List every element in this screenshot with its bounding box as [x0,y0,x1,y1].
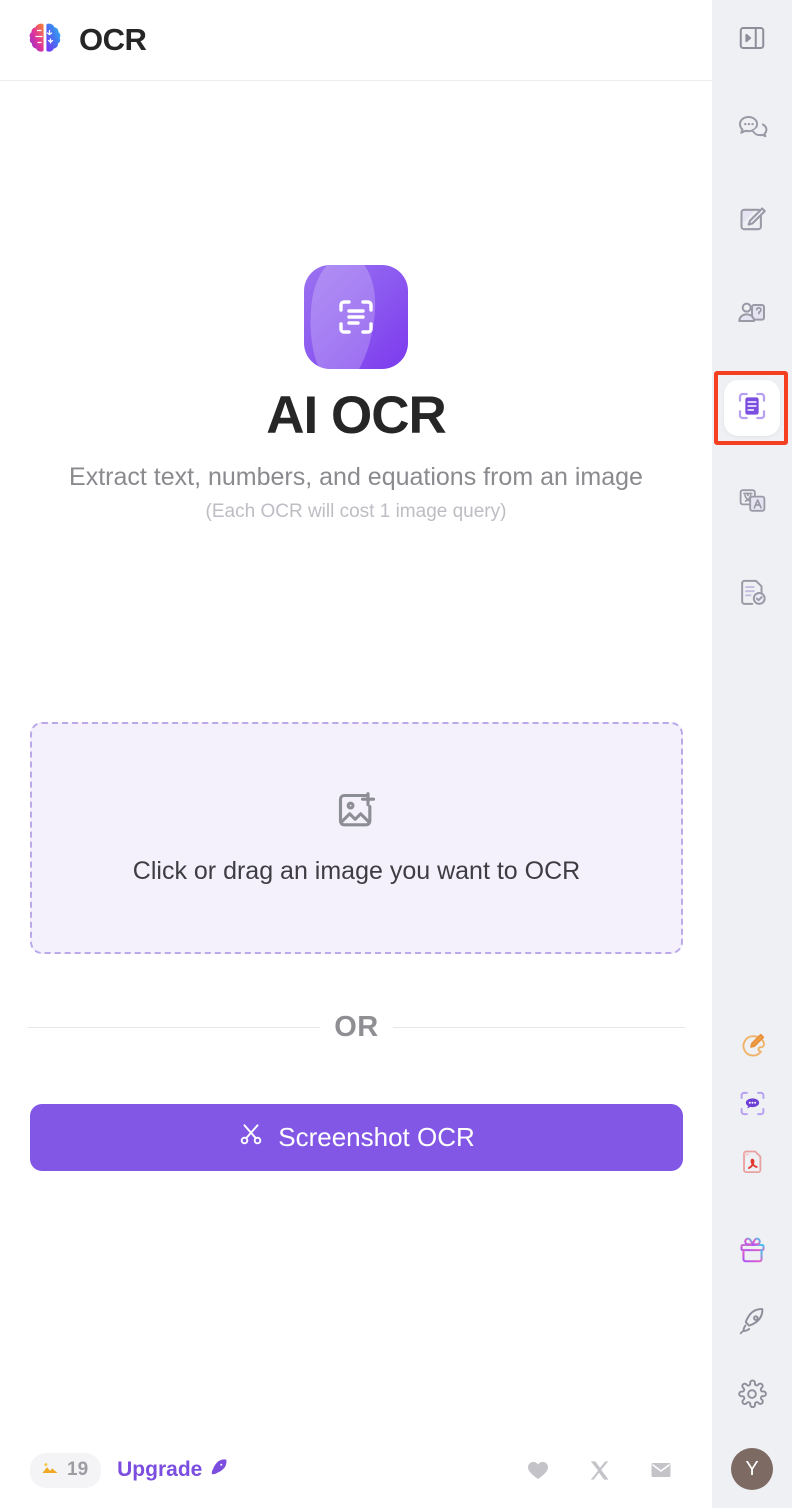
page-subtitle: Extract text, numbers, and equations fro… [69,463,643,492]
screenshot-ocr-label: Screenshot OCR [278,1122,475,1152]
avatar[interactable]: Y [731,1448,773,1490]
or-divider: OR [28,1011,685,1044]
image-dropzone[interactable]: Click or drag an image you want to OCR [30,722,683,954]
content-area: AI OCR Extract text, numbers, and equati… [0,81,712,1508]
pdf-file-icon [738,1147,767,1181]
mail-icon[interactable] [649,1458,673,1482]
divider-line-left [28,1027,321,1028]
bottom-bar: 19 Upgrade [0,1432,712,1508]
sidebar-item-ocr[interactable] [724,380,780,436]
app-title: OCR [79,22,147,57]
image-quota-count: 19 [67,1459,89,1480]
x-twitter-icon[interactable] [588,1459,611,1482]
rocket-icon [208,1456,230,1484]
page-subnote: (Each OCR will cost 1 image query) [205,501,507,523]
main-panel: OCR AI OCR Extract text, numbers, and eq… [0,0,712,1508]
app-root: OCR AI OCR Extract text, numbers, and eq… [0,0,792,1508]
sidebar-item-persona[interactable] [724,287,780,343]
sidebar-item-document-check[interactable] [724,567,780,623]
sidebar-item-gift[interactable] [724,1224,780,1280]
persona-card-icon [736,297,768,334]
image-plus-icon [335,790,379,839]
sidebar-item-pdf[interactable] [724,1136,780,1192]
sidebar-item-settings[interactable] [724,1368,780,1424]
brain-logo-icon [25,20,65,60]
gift-icon [737,1234,768,1270]
upgrade-label: Upgrade [117,1458,203,1481]
sidebar-item-chat[interactable] [724,101,780,157]
panel-collapse-icon [737,23,767,58]
chat-scan-icon [738,1089,767,1123]
sidebar-item-translate[interactable] [724,475,780,531]
scissors-icon [238,1121,264,1154]
heart-icon[interactable] [526,1458,550,1482]
edit-note-icon [737,204,768,240]
translate-icon [737,485,768,521]
ocr-scan-icon [736,390,768,427]
rocket-icon [737,1306,768,1342]
social-links [526,1458,688,1482]
paint-brush-icon [738,1031,767,1065]
app-header: OCR [0,0,712,81]
image-icon [40,1458,60,1483]
settings-gear-icon [737,1379,767,1414]
dropzone-label: Click or drag an image you want to OCR [132,857,581,885]
image-quota-badge[interactable]: 19 [30,1452,102,1488]
chat-bubbles-icon [736,111,768,148]
upgrade-button[interactable]: Upgrade [117,1456,230,1484]
screenshot-ocr-button[interactable]: Screenshot OCR [30,1104,683,1171]
sidebar-item-paint[interactable] [724,1020,780,1076]
sidebar-item-write[interactable] [724,194,780,250]
document-scan-icon [304,265,408,369]
sidebar-item-rocket[interactable] [724,1296,780,1352]
sidebar-item-panel-collapse[interactable] [724,12,780,68]
divider-line-right [392,1027,685,1028]
document-check-icon [737,577,768,613]
avatar-initial: Y [745,1457,759,1480]
divider-label: OR [334,1011,379,1043]
sidebar-item-chat-scan[interactable] [724,1078,780,1134]
right-sidebar: Y [712,0,792,1508]
page-title: AI OCR [266,386,446,445]
